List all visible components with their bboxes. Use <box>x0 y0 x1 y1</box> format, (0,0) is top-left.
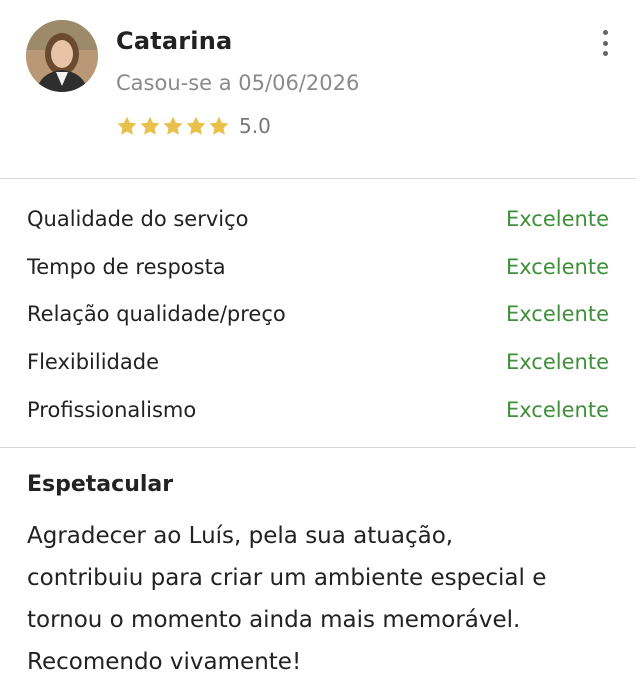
criteria-value: Excelente <box>505 254 609 279</box>
review-body: Agradecer ao Luís, pela sua atuação, con… <box>27 523 547 676</box>
criteria-label: Relação qualidade/preço <box>27 302 286 327</box>
review-content: Espetacular Agradecer ao Luís, pela sua … <box>0 448 636 683</box>
avatar-image <box>26 20 98 92</box>
criteria-label: Flexibilidade <box>27 349 160 374</box>
criteria-row: Tempo de resposta Excelente <box>0 243 636 291</box>
criteria-row: Flexibilidade Excelente <box>0 338 636 386</box>
criteria-value: Excelente <box>505 349 609 374</box>
star-icon <box>186 116 206 135</box>
criteria-row: Relação qualidade/preço Excelente <box>0 290 636 338</box>
star-icon <box>209 116 229 135</box>
more-dot <box>602 51 608 56</box>
star-icon <box>117 116 137 135</box>
criteria-value: Excelente <box>505 206 609 231</box>
rating-value: 5.0 <box>239 114 271 138</box>
review-title: Espetacular <box>27 472 174 498</box>
more-vertical-icon[interactable] <box>598 30 612 56</box>
reviewer-name: Catarina <box>116 27 233 55</box>
criteria-value: Excelente <box>505 302 609 327</box>
criteria-row: Profissionalismo Excelente <box>0 386 636 434</box>
more-dot <box>602 40 608 46</box>
criteria-label: Tempo de resposta <box>27 254 226 279</box>
wedding-date: Casou-se a 05/06/2026 <box>116 71 360 95</box>
criteria-row: Qualidade do serviço Excelente <box>0 195 636 243</box>
overall-rating: 5.0 <box>116 114 271 138</box>
more-dot <box>602 30 608 35</box>
star-icon <box>140 116 160 135</box>
criteria-value: Excelente <box>505 397 609 422</box>
avatar[interactable] <box>26 20 98 92</box>
review-header: Catarina Casou-se a 05/06/2026 5.0 <box>0 0 636 178</box>
star-rating <box>116 115 231 137</box>
criteria-list: Qualidade do serviço Excelente Tempo de … <box>0 179 636 447</box>
criteria-label: Qualidade do serviço <box>27 206 249 231</box>
star-icon <box>163 116 183 135</box>
criteria-label: Profissionalismo <box>27 397 197 422</box>
